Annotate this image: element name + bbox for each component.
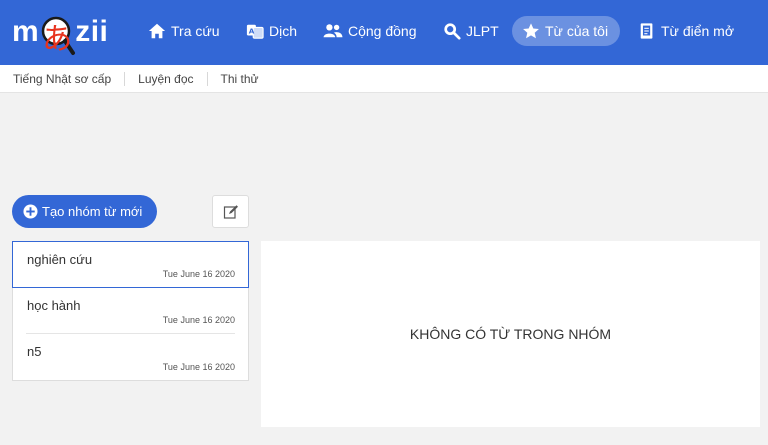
- empty-group-message: KHÔNG CÓ TỪ TRONG NHÓM: [409, 326, 612, 342]
- word-group-item[interactable]: nghiên cứu Tue June 16 2020: [12, 241, 249, 288]
- logo-text-left: m: [12, 15, 40, 48]
- nav-label: Từ điển mở: [661, 23, 735, 39]
- group-date: Tue June 16 2020: [162, 269, 235, 279]
- logo-magnifier: あ: [40, 12, 76, 57]
- home-icon: [148, 23, 166, 39]
- create-word-group-button[interactable]: Tạo nhóm từ mới: [12, 195, 157, 228]
- create-button-label: Tạo nhóm từ mới: [42, 204, 143, 219]
- nav-tu-dien-mo[interactable]: Từ điển mở: [638, 16, 734, 46]
- word-group-list: nghiên cứu Tue June 16 2020 học hành Tue…: [12, 241, 249, 381]
- subnav-tieng-nhat-so-cap[interactable]: Tiếng Nhật sơ cấp: [0, 71, 126, 86]
- logo-text-right: zii: [75, 15, 109, 48]
- nav-label: Cộng đồng: [348, 23, 417, 39]
- subnav-thi-thu[interactable]: Thi thử: [208, 72, 272, 86]
- group-name: n5: [27, 344, 42, 359]
- group-content-panel: KHÔNG CÓ TỪ TRONG NHÓM: [261, 241, 760, 427]
- mazii-logo[interactable]: m あ zii: [12, 8, 109, 57]
- nav-tra-cuu[interactable]: Tra cứu: [148, 16, 220, 46]
- edit-icon: [223, 204, 238, 219]
- nav-dich[interactable]: A Dịch: [246, 16, 297, 46]
- nav-jlpt[interactable]: JLPT: [443, 16, 499, 46]
- top-navigation-bar: m あ zii Tra cứu A Dịch Cộng đồng JLPT Từ…: [0, 0, 768, 65]
- group-date: Tue June 16 2020: [162, 315, 235, 325]
- group-name: nghiên cứu: [27, 252, 93, 267]
- nav-label: Từ của tôi: [545, 23, 609, 39]
- edit-button[interactable]: [212, 195, 249, 228]
- users-icon: [323, 24, 343, 38]
- word-group-item[interactable]: n5 Tue June 16 2020: [26, 334, 235, 380]
- nav-label: JLPT: [466, 23, 499, 39]
- search-badge-icon: [444, 23, 461, 40]
- word-group-item[interactable]: học hành Tue June 16 2020: [26, 288, 235, 334]
- group-name: học hành: [27, 298, 81, 313]
- star-icon: [523, 23, 539, 39]
- nav-tu-cua-toi[interactable]: Từ của tôi: [512, 16, 621, 46]
- nav-label: Tra cứu: [171, 23, 220, 39]
- nav-cong-dong[interactable]: Cộng đồng: [323, 16, 417, 46]
- group-date: Tue June 16 2020: [162, 362, 235, 372]
- subnav-luyen-doc[interactable]: Luyện đọc: [125, 71, 208, 86]
- svg-text:A: A: [249, 26, 255, 35]
- open-dictionary-icon: [640, 23, 653, 39]
- sub-navigation: Tiếng Nhật sơ cấp Luyện đọc Thi thử: [0, 65, 768, 93]
- nav-label: Dịch: [269, 23, 298, 39]
- translate-icon: A: [246, 24, 264, 39]
- logo-kana: あ: [42, 22, 73, 57]
- plus-circle-icon: [23, 204, 38, 219]
